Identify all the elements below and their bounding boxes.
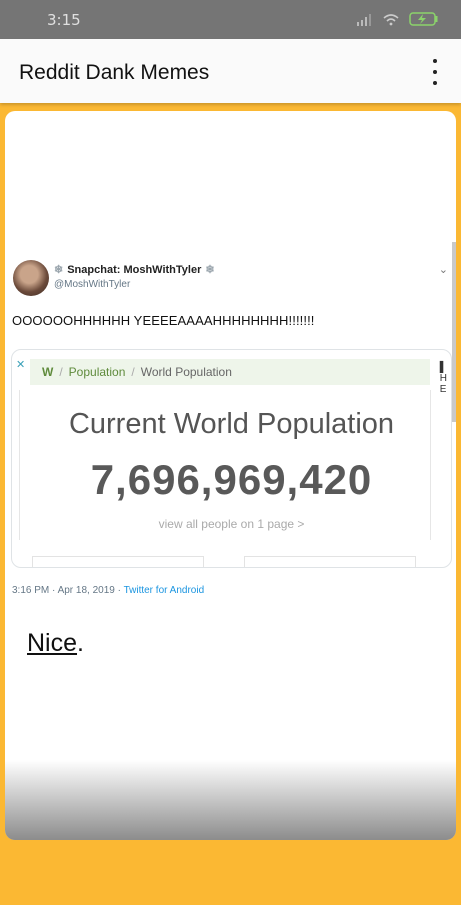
menu-dot	[433, 59, 437, 63]
breadcrumb-separator: /	[59, 365, 63, 379]
bottom-fade	[5, 760, 456, 840]
breadcrumb-population: Population	[68, 365, 126, 379]
breadcrumb-world-population: World Population	[140, 365, 232, 379]
status-bar: 3:15	[0, 0, 461, 39]
meme-card[interactable]: ❄ Snapchat: MoshWithTyler ❄ @MoshWithTyl…	[5, 111, 456, 840]
menu-dot	[433, 70, 437, 74]
avatar	[13, 260, 49, 296]
scrollbar[interactable]	[452, 242, 456, 422]
cropped-edge-text: ▌ H E	[439, 362, 447, 395]
caption: Nice.	[27, 629, 84, 658]
close-icon: ✕	[16, 359, 26, 371]
tweet-display-name: ❄ Snapchat: MoshWithTyler ❄	[54, 263, 215, 277]
breadcrumb-logo: W	[42, 365, 54, 379]
status-icons	[357, 12, 439, 31]
status-time: 3:15	[47, 11, 81, 29]
caption-word: Nice	[27, 629, 78, 657]
population-heading: Current World Population	[68, 408, 395, 440]
embedded-screenshot: ✕ W / Population / World Population ▌ H E …	[11, 349, 452, 568]
tweet-source: Twitter for Android	[123, 585, 205, 596]
tweet-text: OOOOOOHHHHHH YEEEEAAAAHHHHHHHH!!!!!!!	[12, 313, 315, 328]
caption-punct: .	[77, 629, 84, 657]
tweet-timestamp: 3:16 PM · Apr 18, 2019 ·	[12, 585, 124, 596]
app-title: Reddit Dank Memes	[19, 61, 210, 84]
menu-dot	[433, 81, 437, 85]
battery-charging-icon	[409, 12, 439, 31]
snowflake-icon: ❄	[54, 264, 64, 276]
tweet-display-name-text: Snapchat: MoshWithTyler	[67, 263, 202, 276]
bottom-box	[32, 556, 204, 567]
app-bar: Reddit Dank Memes	[0, 39, 461, 103]
signal-icon	[357, 13, 373, 31]
wifi-icon	[383, 13, 399, 31]
more-vert-icon[interactable]	[427, 59, 443, 85]
breadcrumb-separator: /	[131, 365, 135, 379]
tweet-handle: @MoshWithTyler	[54, 279, 131, 290]
chevron-down-icon: ⌄	[438, 264, 448, 276]
population-count: 7,696,969,420	[90, 456, 373, 503]
tweet-meta: 3:16 PM · Apr 18, 2019 · Twitter for And…	[12, 585, 204, 596]
view-all-link: view all people on 1 page >	[158, 517, 305, 531]
breadcrumb: W / Population / World Population	[30, 359, 430, 385]
snowflake-icon: ❄	[205, 264, 215, 276]
bottom-box	[244, 556, 416, 567]
